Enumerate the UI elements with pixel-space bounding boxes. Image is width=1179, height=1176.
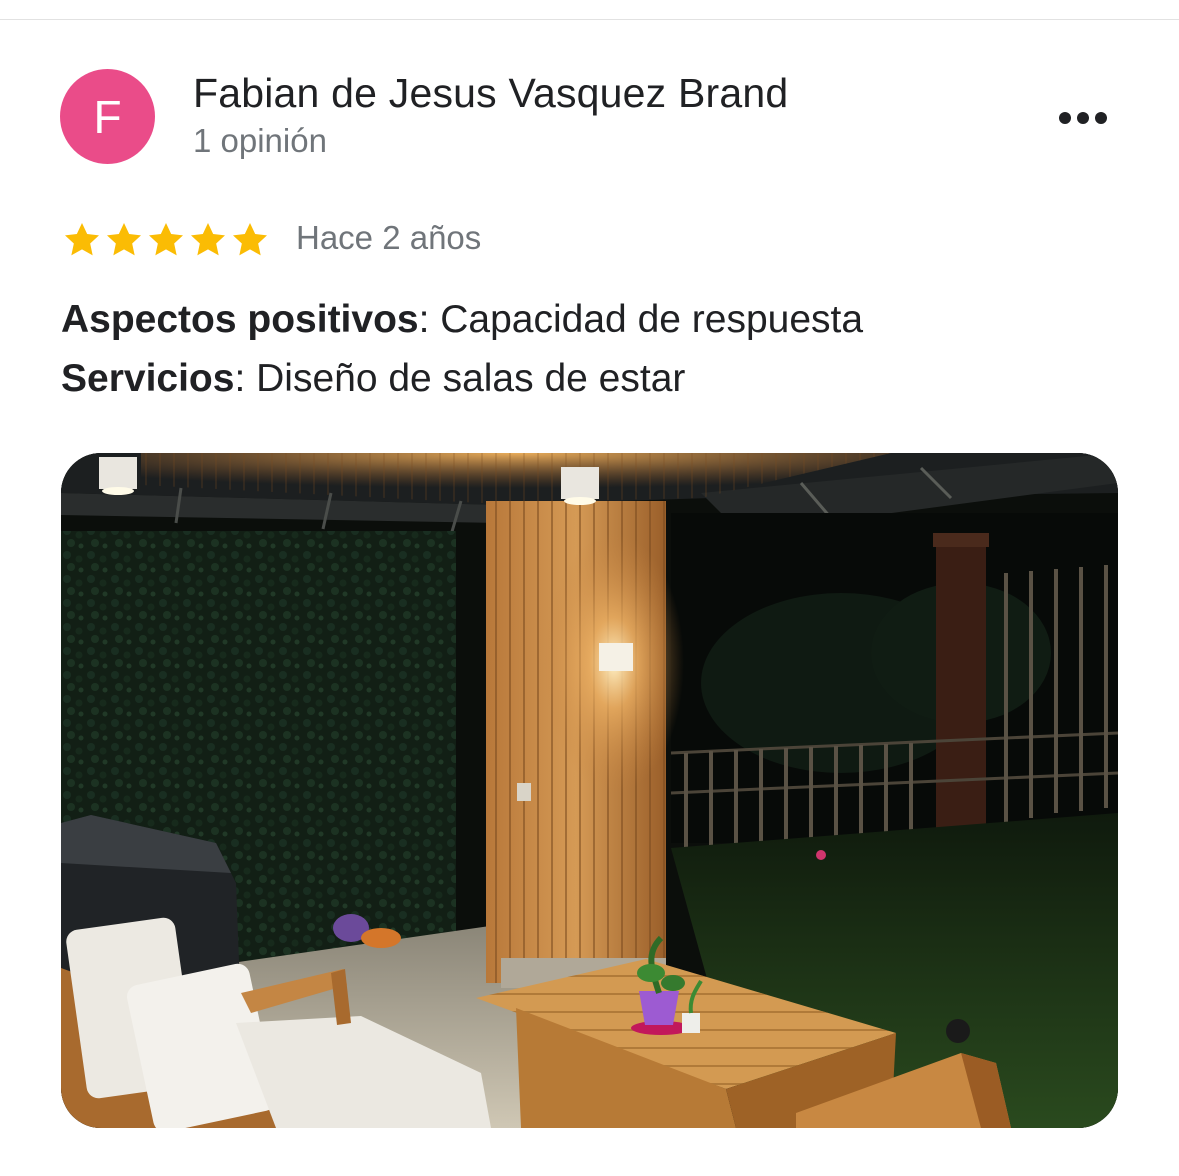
attribute-value: Diseño de salas de estar xyxy=(256,357,686,400)
reviewer-name[interactable]: Fabian de Jesus Vasquez Brand xyxy=(193,70,788,117)
attribute-key: Aspectos positivos xyxy=(61,298,419,341)
attribute-key: Servicios xyxy=(61,357,235,400)
attribute-value: Capacidad de respuesta xyxy=(440,298,864,341)
attribute-positive-aspects: Aspectos positivos: Capacidad de respues… xyxy=(61,298,863,342)
avatar-initial: F xyxy=(93,90,122,143)
avatar[interactable]: F xyxy=(60,69,155,164)
attribute-separator: : xyxy=(418,298,441,341)
star-icon xyxy=(233,223,267,256)
star-icon xyxy=(107,223,141,256)
review-photo[interactable] xyxy=(61,453,1118,1128)
attribute-services: Servicios: Diseño de salas de estar xyxy=(61,357,685,401)
star-icon xyxy=(149,223,183,256)
more-horizontal-icon xyxy=(1059,112,1107,124)
star-icon xyxy=(65,223,99,256)
more-options-button[interactable] xyxy=(1050,96,1116,140)
top-divider xyxy=(0,19,1179,20)
attribute-separator: : xyxy=(234,357,257,400)
patio-photo-illustration xyxy=(61,453,1118,1128)
review-date: Hace 2 años xyxy=(296,219,482,256)
reviewer-review-count: 1 opinión xyxy=(193,122,327,159)
star-icon xyxy=(191,223,225,256)
star-rating xyxy=(61,218,271,262)
